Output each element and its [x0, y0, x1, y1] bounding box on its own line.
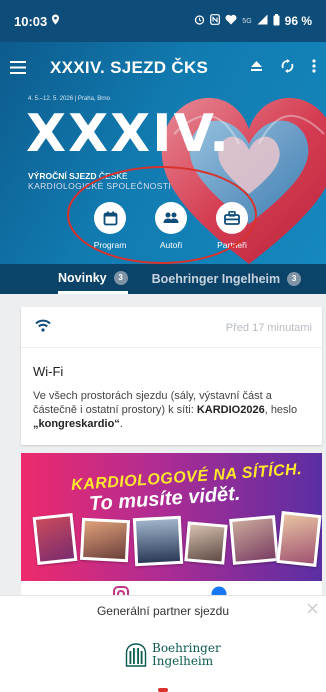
- social-links-strip: [21, 581, 322, 602]
- tab-novinky[interactable]: Novinky 3: [58, 264, 128, 294]
- partner-logo-text: Boehringer Ingelheim: [152, 642, 221, 668]
- menu-icon[interactable]: [10, 57, 36, 80]
- close-icon[interactable]: [307, 601, 318, 617]
- news-password: „kongreskardio“: [33, 418, 120, 430]
- app-title: XXXIV. SJEZD ČKS: [50, 58, 209, 77]
- banner-photo: [229, 515, 279, 565]
- subtitle-rest: ČESKÉ: [96, 171, 128, 181]
- more-options-icon[interactable]: [312, 58, 316, 78]
- banner-photo: [79, 517, 131, 563]
- tab-label: Novinky: [58, 270, 107, 285]
- battery-icon: [273, 13, 280, 29]
- signal-label: 5G: [242, 17, 252, 25]
- nfc-icon: [210, 14, 221, 28]
- banner-photo: [276, 511, 322, 567]
- quick-action-label: Partneři: [217, 240, 247, 250]
- app-bar-actions: [250, 58, 316, 78]
- event-dates: 4. 5.–12. 5. 2026 | Praha, Brno: [28, 96, 110, 102]
- heart-status-icon: [225, 14, 237, 28]
- quick-action-label: Autoři: [159, 240, 183, 250]
- status-icons: 5G 96 %: [194, 13, 312, 29]
- partner-logo-line2: Ingelheim: [152, 654, 214, 668]
- news-body-mid: , heslo: [264, 404, 298, 416]
- app-bar: XXXIV. SJEZD ČKS: [0, 42, 326, 94]
- status-bar: 10:03 5G 96 %: [0, 0, 326, 42]
- news-body: Ve všech prostorách sjezdu (sály, výstav…: [33, 389, 318, 431]
- eject-icon[interactable]: [250, 59, 263, 78]
- handshake-icon: [216, 202, 248, 234]
- status-time: 10:03: [14, 13, 48, 29]
- banner-photo: [32, 513, 78, 565]
- boehringer-emblem-icon: [125, 643, 147, 667]
- calendar-icon: [94, 202, 126, 234]
- news-time-ago: Před 17 minutami: [225, 322, 312, 334]
- tab-bar: Novinky 3 Boehringer Ingelheim 3: [0, 264, 326, 294]
- news-card[interactable]: Před 17 minutami Wi-Fi Ve všech prostorá…: [21, 307, 322, 445]
- pager-dot: [158, 688, 168, 692]
- subtitle-bold: VÝROČNÍ SJEZD: [28, 171, 97, 181]
- event-subtitle-line2: KARDIOLOGICKÉ SPOLEČNOSTI: [28, 181, 172, 191]
- quick-action-program[interactable]: Program: [80, 202, 140, 250]
- tab-count-badge: 3: [287, 272, 302, 286]
- people-icon: [155, 202, 187, 234]
- signal-icon: [257, 14, 268, 28]
- quick-action-authors[interactable]: Autoři: [141, 202, 201, 250]
- card-divider: [21, 347, 322, 348]
- event-big-title: XXXIV.: [26, 104, 231, 164]
- wifi-icon: [35, 319, 51, 337]
- quick-action-label: Program: [93, 240, 127, 250]
- tab-label: Boehringer Ingelheim: [151, 272, 281, 286]
- location-icon: [51, 14, 60, 28]
- partner-sheet-title: Generální partner sjezdu: [96, 604, 230, 618]
- event-subtitle: VÝROČNÍ SJEZD ČESKÉ: [28, 171, 128, 181]
- hero-banner: XXXIV. SJEZD ČKS 4. 5.–12. 5. 2026 | Pra…: [0, 42, 326, 264]
- news-body-suffix: .: [119, 418, 123, 430]
- sync-icon[interactable]: [281, 58, 294, 78]
- tab-boehringer[interactable]: Boehringer Ingelheim 3: [152, 264, 302, 294]
- banner-photo: [184, 521, 228, 565]
- partner-bottom-sheet: Generální partner sjezdu Boehringer Inge…: [0, 595, 326, 692]
- app-screen: 10:03 5G 96 % XXXIV. SJEZD ČKS 4. 5.–12.…: [0, 0, 326, 692]
- alarm-icon: [194, 14, 205, 28]
- partner-logo[interactable]: Boehringer Ingelheim: [125, 642, 221, 668]
- banner-photo: [132, 515, 184, 567]
- battery-percent: 96 %: [284, 14, 312, 28]
- social-promo-banner[interactable]: KARDIOLOGOVÉ NA SÍTÍCH. To musíte vidět.: [21, 453, 322, 581]
- quick-action-partners[interactable]: Partneři: [202, 202, 262, 250]
- tab-count-badge: 3: [113, 270, 128, 285]
- news-title: Wi-Fi: [33, 364, 64, 379]
- news-network-name: KARDIO2026: [196, 404, 265, 416]
